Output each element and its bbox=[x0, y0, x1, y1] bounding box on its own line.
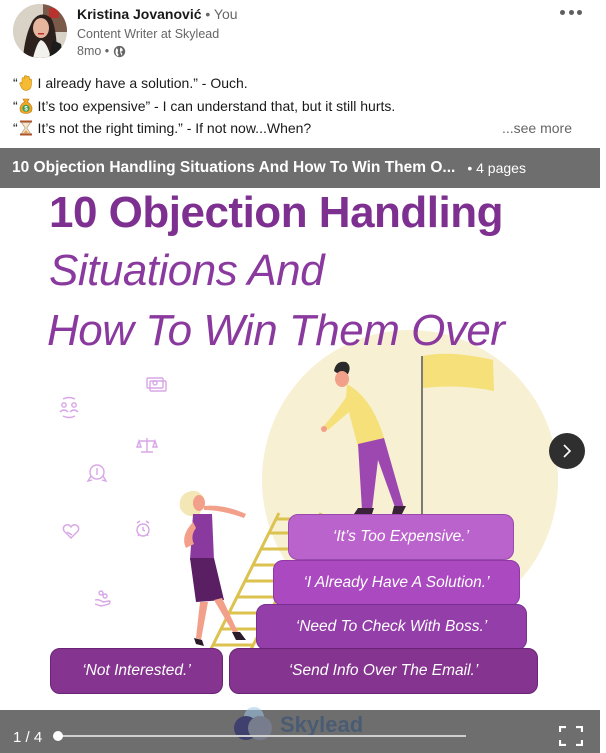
author-avatar[interactable] bbox=[13, 4, 67, 58]
award-icon bbox=[86, 464, 108, 483]
quote-mark: “ bbox=[13, 120, 18, 136]
post-text-content: It’s too expensive” - I can understand t… bbox=[33, 97, 396, 114]
ellipsis-icon-dot bbox=[568, 9, 574, 15]
document-page-count: • 4 pages bbox=[467, 160, 526, 176]
quote-mark: “ bbox=[13, 97, 18, 114]
ellipsis-icon-dot bbox=[577, 9, 582, 15]
objection-step-check-with-boss: ‘Need To Check With Boss.’ bbox=[256, 604, 527, 650]
more-options-button[interactable] bbox=[556, 4, 586, 20]
fullscreen-button[interactable] bbox=[558, 725, 584, 747]
post-text-line: “$ It’s too expensive” - I can understan… bbox=[13, 95, 593, 118]
money-icon bbox=[146, 377, 167, 392]
hourglass-icon bbox=[19, 120, 33, 136]
post-text: “ I already have a solution.” - Ouch. “$… bbox=[13, 72, 593, 140]
page-slider-handle[interactable] bbox=[53, 731, 63, 741]
document-slide[interactable]: 10 Objection Handling Situations And How… bbox=[0, 188, 600, 710]
quote-mark: “ bbox=[13, 75, 18, 91]
post-meta: 8mo • bbox=[77, 44, 126, 58]
author-name-row: Kristina Jovanović • You bbox=[77, 6, 238, 22]
money-bag-icon: $ bbox=[19, 98, 33, 114]
author-headline: Content Writer at Skylead bbox=[77, 27, 220, 41]
flag-icon bbox=[423, 353, 494, 391]
next-page-button[interactable] bbox=[549, 433, 585, 469]
handshake-heart-icon bbox=[62, 524, 80, 539]
skylead-logo-watermark: Skylead bbox=[234, 707, 363, 740]
man-figure bbox=[321, 361, 406, 514]
post-text-content: I already have a solution.” - Ouch. bbox=[33, 75, 248, 91]
author-relation: • You bbox=[201, 6, 238, 22]
brand-watermark-text: Skylead bbox=[280, 712, 363, 737]
document-title[interactable]: 10 Objection Handling Situations And How… bbox=[0, 159, 455, 177]
people-exchange-icon bbox=[59, 396, 79, 419]
ellipsis-icon-dot bbox=[560, 9, 565, 15]
objection-step-not-interested: ‘Not Interested.’ bbox=[50, 648, 223, 694]
post-text-content: It’s not the right timing.” - If not now… bbox=[33, 120, 312, 136]
objection-step-too-expensive: ‘It’s Too Expensive.’ bbox=[288, 514, 514, 560]
globe-icon bbox=[113, 45, 126, 58]
post-text-line: “ I already have a solution.” - Ouch. bbox=[13, 72, 593, 95]
woman-figure bbox=[179, 490, 246, 646]
fullscreen-icon bbox=[558, 725, 584, 747]
page-slider-track[interactable] bbox=[58, 735, 466, 737]
author-name[interactable]: Kristina Jovanović bbox=[77, 6, 202, 22]
page-indicator: 1 / 4 bbox=[13, 729, 43, 746]
document-title-bar[interactable]: 10 Objection Handling Situations And How… bbox=[0, 148, 600, 188]
objection-step-already-have-solution: ‘I Already Have A Solution.’ bbox=[273, 560, 520, 606]
see-more-link[interactable]: ...see more bbox=[502, 117, 572, 140]
post-time: 8mo • bbox=[77, 44, 110, 58]
scales-icon bbox=[136, 438, 158, 453]
document-controls-bar: Skylead 1 / 4 bbox=[0, 707, 600, 753]
hand-coins-icon bbox=[94, 590, 111, 607]
post-header: Kristina Jovanović • You Content Writer … bbox=[0, 0, 606, 64]
alarm-clock-icon bbox=[136, 520, 150, 537]
raised-hand-icon bbox=[19, 75, 33, 91]
objection-step-send-info-email: ‘Send Info Over The Email.’ bbox=[229, 648, 538, 694]
chevron-right-icon bbox=[563, 444, 572, 458]
